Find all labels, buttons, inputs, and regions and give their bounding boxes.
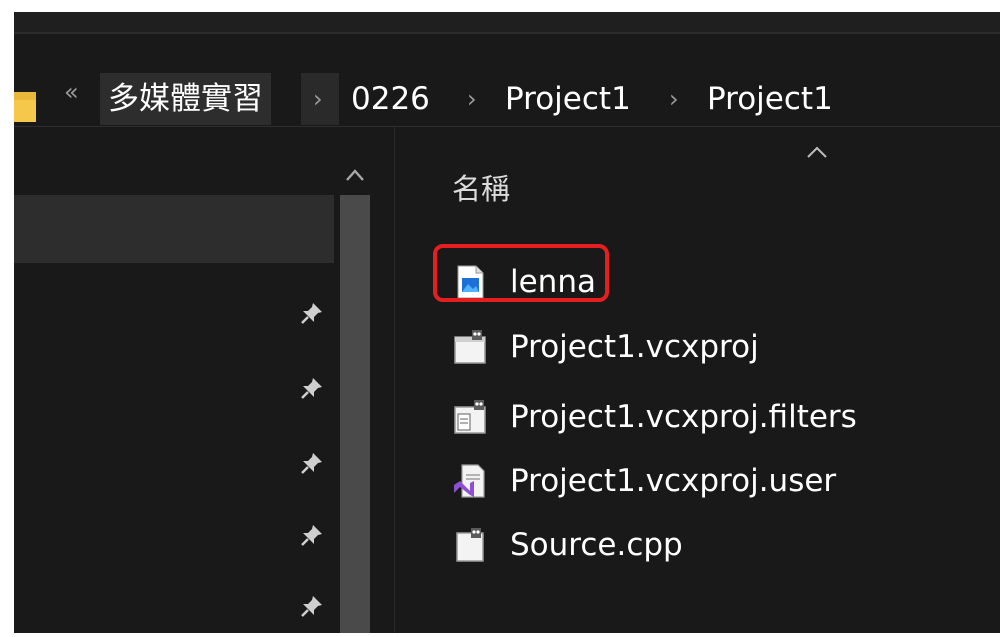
breadcrumb-overflow-icon[interactable]: «: [64, 80, 79, 104]
breadcrumb-item-multimedia[interactable]: 多媒體實習: [100, 73, 271, 125]
pin-icon[interactable]: [299, 375, 325, 401]
file-list: 名稱 lenna Project1.vcxproj Project1.vcxpr…: [395, 127, 1000, 633]
visual-studio-user-file-icon: [454, 464, 485, 498]
cpp-source-file-icon: [456, 528, 484, 562]
file-row-project1-vcxproj-filters[interactable]: Project1.vcxproj.filters: [452, 394, 972, 440]
file-name: Project1.vcxproj: [510, 329, 759, 365]
scroll-up-icon[interactable]: [343, 165, 367, 185]
chevron-right-icon[interactable]: ›: [467, 87, 477, 111]
highlight-annotation: [433, 244, 609, 302]
file-row-project1-vcxproj[interactable]: Project1.vcxproj: [452, 324, 972, 370]
folder-icon: [14, 92, 36, 122]
pin-icon[interactable]: [299, 450, 325, 476]
chevron-right-icon[interactable]: ›: [313, 87, 323, 111]
pin-icon[interactable]: [299, 300, 325, 326]
file-row-project1-vcxproj-user[interactable]: Project1.vcxproj.user: [452, 458, 972, 504]
navigation-pane: [14, 127, 395, 633]
file-name: Project1.vcxproj.user: [510, 463, 837, 499]
breadcrumb-item-project1-current[interactable]: Project1: [707, 73, 833, 125]
column-header-name[interactable]: 名稱: [452, 175, 510, 204]
project-file-icon: [454, 330, 486, 364]
breadcrumb: « 多媒體實習 › 0226 › Project1 › Project1: [14, 36, 1000, 127]
chevron-right-icon[interactable]: ›: [669, 87, 679, 111]
toolbar-strip: [14, 12, 1000, 34]
file-row-source-cpp[interactable]: Source.cpp: [452, 522, 972, 568]
sort-ascending-icon: [807, 146, 827, 158]
file-name: Source.cpp: [510, 527, 683, 563]
file-explorer-window: « 多媒體實習 › 0226 › Project1 › Project1 名稱 …: [14, 12, 1000, 633]
scrollbar-thumb[interactable]: [340, 195, 370, 633]
breadcrumb-item-project1[interactable]: Project1: [505, 73, 631, 125]
filters-file-icon: [454, 400, 486, 434]
nav-item-selected[interactable]: [14, 195, 334, 263]
pin-icon[interactable]: [299, 593, 325, 619]
file-name: Project1.vcxproj.filters: [510, 399, 857, 435]
breadcrumb-item-0226[interactable]: 0226: [351, 73, 430, 125]
pin-icon[interactable]: [299, 522, 325, 548]
